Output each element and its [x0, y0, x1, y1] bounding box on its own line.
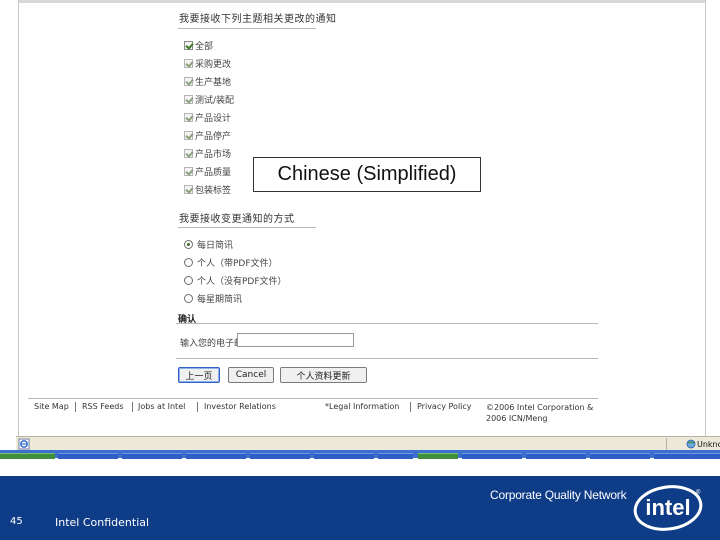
- taskbar-button[interactable]: [314, 453, 374, 459]
- checkbox-packaging[interactable]: [184, 184, 193, 194]
- copyright-line: ©2006 Intel Corporation &: [486, 403, 594, 412]
- svg-text:®: ®: [696, 489, 701, 496]
- radio-label: 每星期简讯: [197, 294, 243, 305]
- confidential-label: Intel Confidential: [55, 516, 150, 529]
- checkbox-label: 包装标签: [195, 185, 232, 196]
- checkbox-item-test[interactable]: 测试/装配: [184, 92, 234, 106]
- checkbox-discontinue[interactable]: [184, 130, 193, 140]
- taskbar-button[interactable]: [122, 453, 182, 459]
- checkbox-label: 产品质量: [195, 167, 232, 178]
- footer-link-site-map[interactable]: Site Map: [34, 402, 69, 411]
- checkbox-item-packaging[interactable]: 包装标签: [184, 182, 231, 196]
- checkbox-label: 全部: [195, 41, 214, 52]
- checkbox-label: 产品设计: [195, 113, 232, 124]
- page-icon: [18, 438, 30, 450]
- checkbox-label: 产品市场: [195, 149, 232, 160]
- divider: [178, 28, 316, 29]
- taskbar-button[interactable]: [462, 453, 522, 459]
- security-zone[interactable]: Unknown: [685, 438, 720, 450]
- footer-link-investor[interactable]: Investor Relations: [204, 402, 276, 411]
- taskbar-button[interactable]: [590, 453, 650, 459]
- update-profile-button[interactable]: 个人资料更新: [280, 367, 367, 383]
- checkbox-site[interactable]: [184, 76, 193, 86]
- checkbox-item-design[interactable]: 产品设计: [184, 110, 231, 124]
- globe-icon: [686, 439, 696, 449]
- email-input[interactable]: [237, 333, 354, 347]
- start-button[interactable]: [0, 453, 55, 459]
- network-title: Corporate Quality Network: [490, 488, 627, 502]
- taskbar-button[interactable]: [418, 453, 458, 459]
- slide-footer-band: [0, 476, 720, 540]
- footer-link-rss[interactable]: RSS Feeds: [82, 402, 124, 411]
- intel-logo: intel ®: [633, 485, 703, 531]
- checkbox-test[interactable]: [184, 94, 193, 104]
- slide-page-number: 45: [10, 516, 23, 527]
- separator: [197, 402, 198, 412]
- checkbox-item-discontinue[interactable]: 产品停产: [184, 128, 231, 142]
- security-zone-label: Unknown: [697, 439, 720, 449]
- separator: [75, 402, 76, 412]
- logo-text: intel: [645, 495, 690, 520]
- previous-page-button[interactable]: 上一页: [178, 367, 220, 383]
- taskbar-button[interactable]: [250, 453, 310, 459]
- taskbar-button[interactable]: [186, 453, 246, 459]
- checkbox-market[interactable]: [184, 148, 193, 158]
- footer-link-privacy[interactable]: Privacy Policy: [417, 402, 472, 411]
- radio-label: 个人（没有PDF文件）: [197, 276, 287, 287]
- radio-item-pdf[interactable]: 个人（带PDF文件）: [184, 255, 278, 269]
- radio-label: 每日简讯: [197, 240, 234, 251]
- radio-item-no-pdf[interactable]: 个人（没有PDF文件）: [184, 273, 287, 287]
- footer-link-jobs[interactable]: Jobs at Intel: [138, 402, 185, 411]
- checkbox-item-all[interactable]: 全部: [184, 38, 213, 52]
- browser-window: 我要接收下列主题相关更改的通知 全部 采购更改 生产基地 测试/装配 产品设计 …: [0, 0, 720, 457]
- copyright: ©2006 Intel Corporation & 2006 ICN/Meng: [486, 402, 593, 424]
- checkbox-all[interactable]: [184, 40, 193, 50]
- checkbox-quality[interactable]: [184, 166, 193, 176]
- system-tray[interactable]: [654, 453, 720, 459]
- checkbox-sourcing[interactable]: [184, 58, 193, 68]
- cancel-button[interactable]: Cancel: [228, 367, 274, 383]
- radio-label: 个人（带PDF文件）: [197, 258, 278, 269]
- window-right-edge: [705, 0, 720, 436]
- radio-with-pdf[interactable]: [184, 257, 193, 267]
- checkbox-item-quality[interactable]: 产品质量: [184, 164, 231, 178]
- radio-item-weekly[interactable]: 每星期简讯: [184, 291, 242, 305]
- window-left-edge: [0, 0, 19, 436]
- checkbox-label: 生产基地: [195, 77, 232, 88]
- section-title-topics: 我要接收下列主题相关更改的通知: [179, 14, 337, 25]
- divider: [176, 323, 598, 324]
- checkbox-item-sourcing[interactable]: 采购更改: [184, 56, 231, 70]
- section-title-delivery: 我要接收变更通知的方式: [179, 214, 295, 225]
- radio-weekly[interactable]: [184, 293, 193, 303]
- radio-item-daily[interactable]: 每日简讯: [184, 237, 233, 251]
- radio-daily[interactable]: [184, 239, 193, 249]
- separator: [410, 402, 411, 412]
- footer-link-legal[interactable]: *Legal Information: [325, 402, 399, 411]
- taskbar-button[interactable]: [378, 453, 413, 459]
- window-top-edge: [18, 0, 705, 3]
- separator: [132, 402, 133, 412]
- footer-divider: [28, 398, 598, 399]
- checkbox-item-market[interactable]: 产品市场: [184, 146, 231, 160]
- checkbox-label: 产品停产: [195, 131, 232, 142]
- divider: [176, 358, 598, 359]
- checkbox-label: 测试/装配: [195, 95, 235, 106]
- copyright-line: 2006 ICN/Meng: [486, 414, 548, 423]
- checkbox-item-site[interactable]: 生产基地: [184, 74, 231, 88]
- language-label-box: Chinese (Simplified): [253, 157, 481, 192]
- divider: [178, 227, 316, 228]
- status-separator: [666, 438, 667, 450]
- taskbar-button[interactable]: [58, 453, 118, 459]
- checkbox-design[interactable]: [184, 112, 193, 122]
- radio-without-pdf[interactable]: [184, 275, 193, 285]
- status-bar: Unknown: [16, 436, 720, 451]
- checkbox-label: 采购更改: [195, 59, 232, 70]
- taskbar-button[interactable]: [526, 453, 586, 459]
